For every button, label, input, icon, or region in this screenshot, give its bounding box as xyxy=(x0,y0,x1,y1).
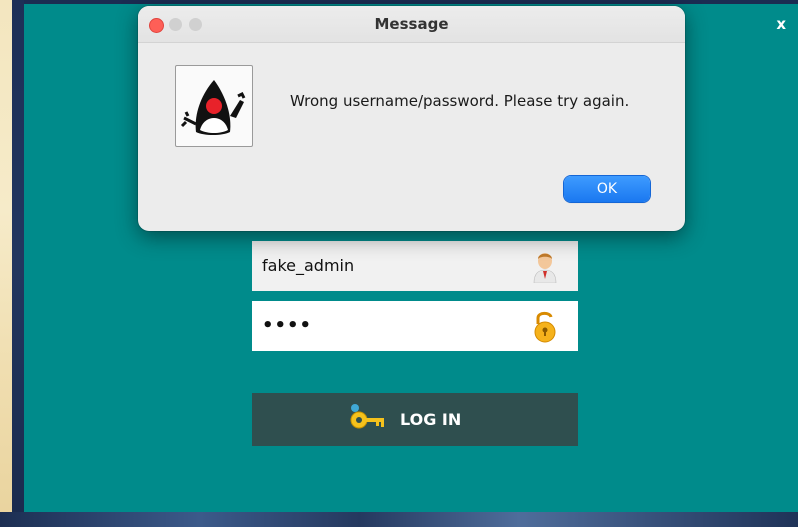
desktop-background-bottom xyxy=(0,512,798,527)
close-window-button[interactable]: x xyxy=(776,16,786,32)
password-value: •••• xyxy=(262,315,313,336)
username-value: fake_admin xyxy=(262,256,355,275)
password-field[interactable]: •••• xyxy=(252,301,578,351)
dialog-title: Message xyxy=(374,15,449,33)
unlocked-padlock-icon xyxy=(530,309,560,343)
message-dialog: Message Wrong username/password. Please … xyxy=(138,6,685,231)
desktop-background-edge xyxy=(12,0,24,527)
error-message: Wrong username/password. Please try agai… xyxy=(290,92,630,110)
key-icon xyxy=(348,402,388,434)
user-icon xyxy=(530,249,560,284)
username-field[interactable]: fake_admin xyxy=(252,241,578,291)
ok-button[interactable]: OK xyxy=(564,176,650,202)
dialog-titlebar: Message xyxy=(138,6,685,43)
login-button-label: LOG IN xyxy=(400,410,462,429)
java-duke-icon xyxy=(175,65,253,147)
login-button[interactable]: LOG IN xyxy=(252,393,578,446)
